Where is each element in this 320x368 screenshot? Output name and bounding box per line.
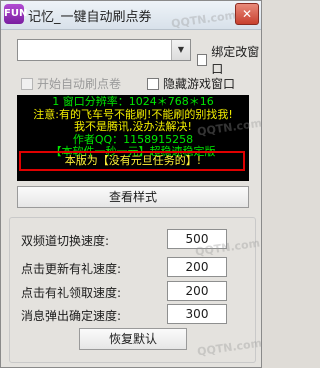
window-select-combo[interactable]: ▼ [17,39,191,61]
auto-start-checkbox-row[interactable]: 开始自动刷点卷 [21,75,121,92]
window-title: 记忆_一键自动刷点券 [28,10,152,25]
claim-gift-speed-input[interactable]: 200 [167,281,227,301]
setting-label: 点击更新有礼速度: [21,262,122,276]
update-gift-speed-input[interactable]: 200 [167,257,227,277]
bind-window-label: 绑定改窗口 [211,45,260,76]
hide-game-checkbox-row[interactable]: 隐藏游戏窗口 [147,75,235,92]
message-confirm-speed-input[interactable]: 300 [167,304,227,324]
setting-label: 消息弹出确定速度: [21,309,122,323]
setting-label: 点击有礼领取速度: [21,286,122,300]
app-window: FUN 记忆_一键自动刷点券 ✕ ▼ 绑定改窗口 开始自动刷点卷 隐藏游戏窗口 … [0,0,263,368]
bind-window-checkbox-row[interactable]: 绑定改窗口 [197,43,261,77]
auto-start-checkbox[interactable] [21,77,33,90]
hide-game-label: 隐藏游戏窗口 [163,77,236,91]
restore-defaults-button[interactable]: 恢复默认 [79,328,187,350]
bind-window-checkbox[interactable] [197,54,208,66]
info-console: 1 窗口分辨率：1024＊768＊16 注意:有的飞车号不能刷!不能刷的别找我!… [17,95,249,181]
console-highlight-line: 本版为【没有元旦任务的】! [64,154,202,167]
chevron-down-icon[interactable]: ▼ [171,40,190,60]
console-line: 1 窗口分辨率：1024＊768＊16 [52,95,214,108]
setting-label: 双频道切换速度: [21,234,110,248]
view-style-button[interactable]: 查看样式 [17,186,249,208]
auto-start-label: 开始自动刷点卷 [37,77,122,91]
hide-game-checkbox[interactable] [147,77,159,90]
close-button[interactable]: ✕ [235,3,259,25]
app-logo-icon: FUN [4,4,27,24]
